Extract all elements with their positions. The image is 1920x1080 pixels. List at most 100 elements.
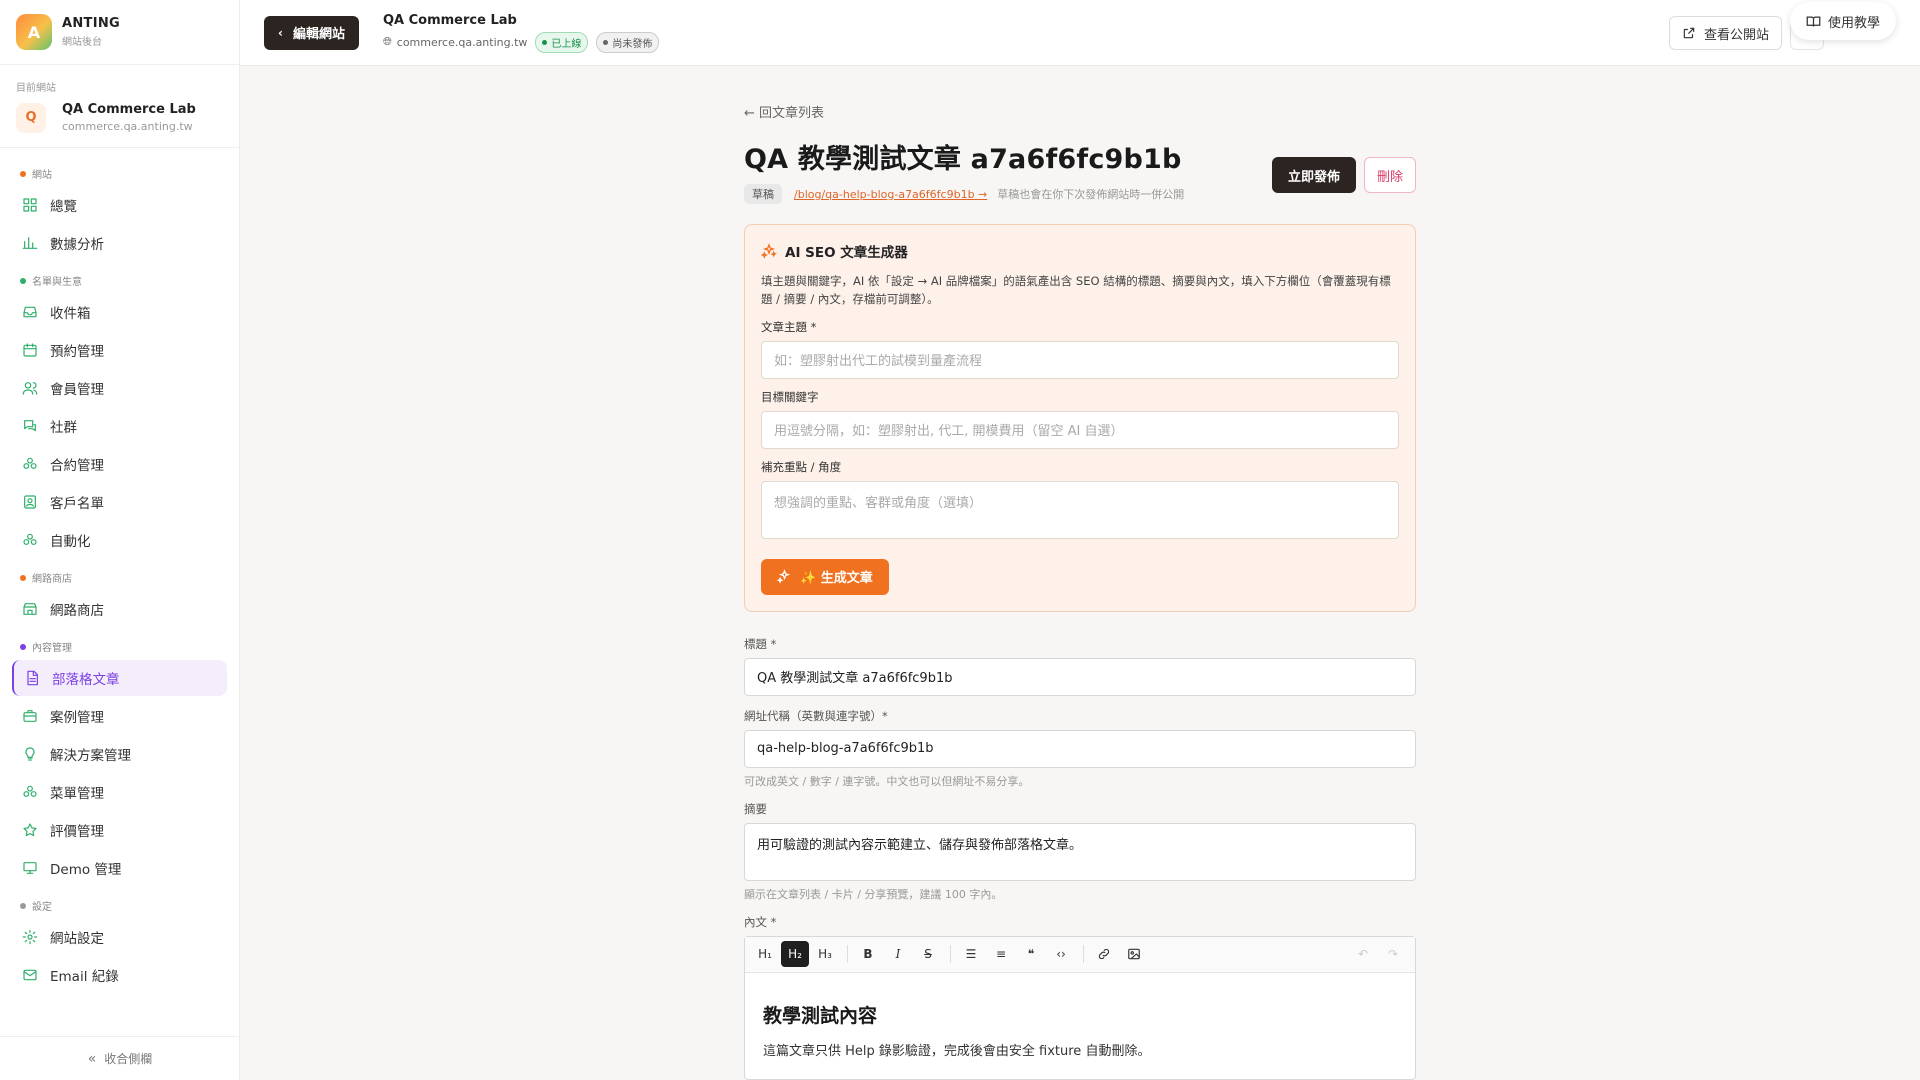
- collapse-sidebar-button[interactable]: « 收合側欄: [0, 1036, 240, 1080]
- nav-section-title: 網路商店: [32, 574, 72, 585]
- editor-content[interactable]: 教學測試內容 這篇文章只供 Help 錄影驗證，完成後會由安全 fixture …: [745, 973, 1415, 1079]
- edit-site-button[interactable]: ‹ 編輯網站: [264, 15, 359, 50]
- nav-section-header: 名單與生意: [12, 263, 227, 294]
- sidebar-item[interactable]: 菜單管理: [12, 774, 227, 810]
- site-avatar: Q: [16, 102, 46, 133]
- sidebar-item[interactable]: 評價管理: [12, 812, 227, 848]
- help-tutorial-button[interactable]: 使用教學: [1789, 2, 1896, 40]
- sidebar-item-label: 數據分析: [50, 237, 104, 253]
- sidebar-item[interactable]: 數據分析: [12, 225, 227, 261]
- sidebar-item-label: 菜單管理: [50, 786, 104, 802]
- heading-1-button[interactable]: H₁: [751, 941, 779, 967]
- title-label: 標題 *: [744, 636, 777, 651]
- current-site-name: QA Commerce Lab: [62, 102, 196, 117]
- redo-button[interactable]: ↷: [1379, 941, 1407, 967]
- draft-status-tag: 草稿: [744, 184, 782, 204]
- chevron-left-icon: ‹: [278, 25, 283, 40]
- sidebar-item-label: Email 紀錄: [50, 969, 119, 985]
- view-public-site-button[interactable]: 查看公開站: [1668, 16, 1782, 50]
- topic-input[interactable]: 如：塑膠射出代工的試模到量產流程: [761, 340, 1399, 379]
- heading-2-button[interactable]: H₂: [781, 941, 809, 968]
- quote-button[interactable]: ❝: [1017, 941, 1045, 967]
- ordered-list-button[interactable]: ≡: [987, 941, 1015, 967]
- sidebar-item[interactable]: 客戶名單: [12, 484, 227, 520]
- topbar-site-domain: commerce.qa.anting.tw: [396, 35, 528, 49]
- sidebar-item-label: 會員管理: [50, 382, 104, 398]
- briefcase-icon: [23, 710, 37, 722]
- status-unpublished-text: 尚未發佈: [612, 38, 653, 50]
- star-icon: [23, 823, 37, 837]
- sidebar-item-label: 社群: [50, 420, 77, 436]
- generate-article-label: ✨ 生成文章: [800, 571, 873, 587]
- sidebar-item[interactable]: 網站設定: [12, 919, 227, 955]
- sidebar-item-label: Demo 管理: [50, 862, 122, 878]
- angle-label: 補充重點 / 角度: [761, 459, 842, 474]
- slug-input[interactable]: qa-help-blog-a7a6f6fc9b1b: [744, 729, 1416, 768]
- calendar-icon: [23, 343, 37, 357]
- bullet-list-icon: ☰: [965, 947, 977, 962]
- brand-logo[interactable]: A: [16, 14, 52, 50]
- nav-section-header: 設定: [12, 888, 227, 919]
- delete-button[interactable]: 刪除: [1363, 157, 1416, 193]
- code-button[interactable]: ‹›: [1047, 941, 1075, 967]
- excerpt-label: 摘要: [744, 801, 767, 816]
- title-input[interactable]: QA 教學測試文章 a7a6f6fc9b1b: [744, 657, 1416, 696]
- sidebar-item[interactable]: 預約管理: [12, 332, 227, 368]
- sidebar-item[interactable]: 合約管理: [12, 446, 227, 482]
- inbox-icon: [23, 306, 37, 318]
- sidebar-item[interactable]: 收件箱: [12, 294, 227, 330]
- generate-article-button[interactable]: ✨ 生成文章: [761, 558, 889, 595]
- article-slug-link[interactable]: /blog/qa-help-blog-a7a6f6fc9b1b →: [794, 188, 987, 201]
- contact-icon: [24, 495, 36, 509]
- book-icon: [1806, 16, 1821, 27]
- strikethrough-icon: S: [924, 947, 932, 962]
- toolbar-divider: [847, 945, 848, 964]
- lightbulb-icon: [25, 747, 35, 761]
- heading-3-button[interactable]: H₃: [811, 941, 839, 967]
- section-dot: [20, 902, 26, 909]
- grid-icon: [23, 198, 37, 212]
- strikethrough-button[interactable]: S: [914, 941, 942, 967]
- link-icon: [1098, 949, 1110, 960]
- back-to-articles-link[interactable]: ← 回文章列表: [744, 102, 1416, 121]
- chart-icon: [22, 237, 38, 249]
- keywords-input[interactable]: 用逗號分隔，如：塑膠射出, 代工, 開模費用（留空 AI 自選）: [761, 410, 1399, 449]
- image-button[interactable]: [1120, 941, 1148, 967]
- link-button[interactable]: [1090, 941, 1118, 967]
- sidebar: A ANTING 網站後台 目前網站 Q QA Commerce Lab com…: [0, 0, 240, 1080]
- sidebar-item[interactable]: 會員管理: [12, 370, 227, 406]
- rich-text-editor: H₁ H₂ H₃ B I S ☰ ≡ ❝ ‹› ↶ ↷ 教學測試內容 這篇文章只…: [744, 935, 1416, 1080]
- sidebar-item[interactable]: 自動化: [12, 522, 227, 558]
- italic-button[interactable]: I: [884, 941, 912, 967]
- undo-button[interactable]: ↶: [1349, 941, 1377, 967]
- sidebar-item-label: 評價管理: [50, 824, 104, 840]
- slug-label: 網址代稱（英數與連字號）*: [744, 708, 888, 723]
- sidebar-item[interactable]: 部落格文章: [12, 660, 227, 696]
- bold-button[interactable]: B: [854, 941, 882, 967]
- users-icon: [22, 382, 38, 395]
- bullet-list-button[interactable]: ☰: [957, 941, 985, 967]
- external-link-icon: [1683, 27, 1695, 39]
- sidebar-item[interactable]: 解決方案管理: [12, 736, 227, 772]
- bold-icon: B: [863, 947, 873, 962]
- angle-textarea[interactable]: 想強調的重點、客群或角度（選填）: [761, 480, 1399, 539]
- double-chevron-left-icon: «: [87, 1050, 97, 1067]
- sidebar-item-label: 預約管理: [50, 344, 104, 360]
- sidebar-item[interactable]: 總覽: [12, 187, 227, 223]
- excerpt-textarea[interactable]: 用可驗證的測試內容示範建立、儲存與發佈部落格文章。: [744, 822, 1416, 881]
- edit-site-label: 編輯網站: [292, 27, 345, 42]
- sidebar-item[interactable]: 網路商店: [12, 591, 227, 627]
- toolbar-divider: [950, 945, 951, 964]
- help-tutorial-label: 使用教學: [1827, 15, 1880, 31]
- publish-now-button[interactable]: 立即發佈: [1271, 157, 1356, 193]
- nav-section-title: 設定: [32, 902, 52, 913]
- sidebar-item[interactable]: 社群: [12, 408, 227, 444]
- sidebar-item[interactable]: Email 紀錄: [12, 957, 227, 993]
- sidebar-item[interactable]: 案例管理: [12, 698, 227, 734]
- ordered-list-icon: ≡: [995, 947, 1007, 962]
- current-site-box[interactable]: 目前網站 Q QA Commerce Lab commerce.qa.antin…: [0, 65, 239, 148]
- status-badge-unpublished: 尚未發佈: [596, 31, 660, 53]
- sidebar-item-label: 案例管理: [50, 710, 104, 726]
- sidebar-item[interactable]: Demo 管理: [12, 850, 227, 886]
- document-icon: [27, 670, 38, 686]
